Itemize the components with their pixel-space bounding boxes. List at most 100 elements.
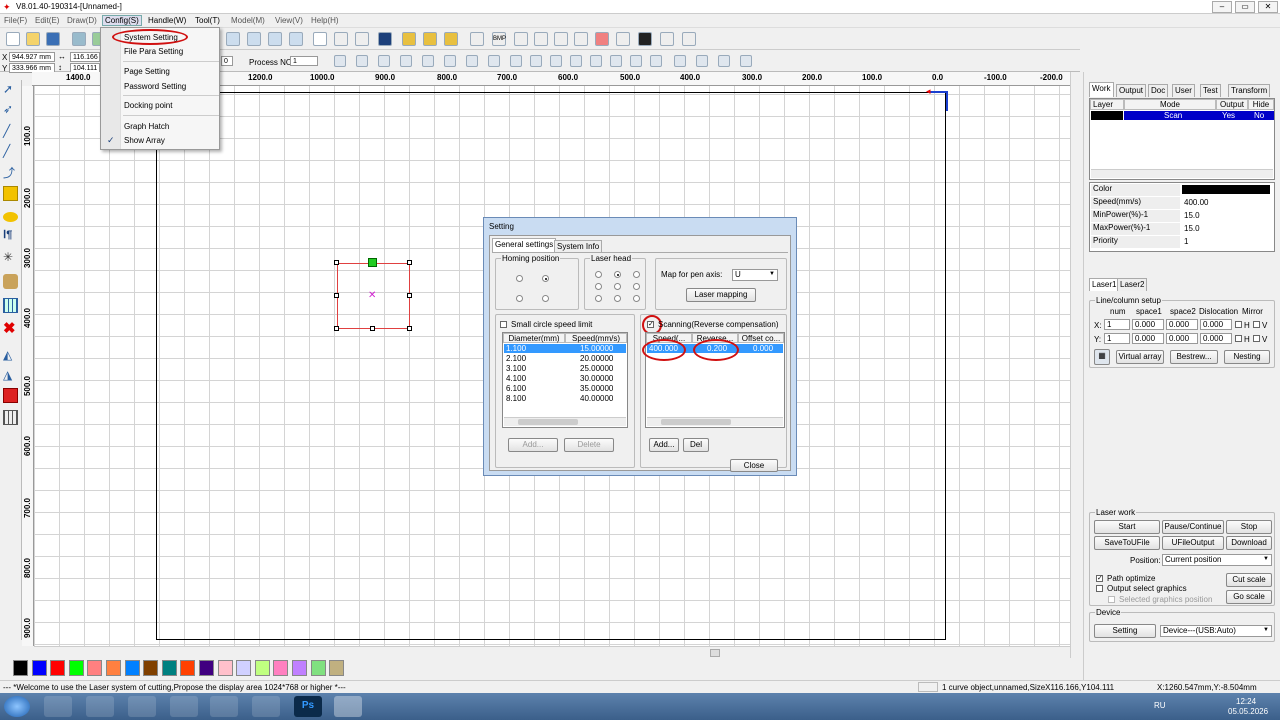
zoom-fit-icon[interactable] [289,32,303,46]
zoom-icon[interactable] [226,32,240,46]
center-icon[interactable] [650,55,662,67]
laser-head-radio[interactable] [614,283,621,290]
open-folder-icon[interactable] [26,32,40,46]
minimize-button[interactable]: – [1212,1,1232,13]
col-mode[interactable]: Mode [1124,99,1216,110]
homing-radio-bl[interactable] [542,295,549,302]
array-y-space2[interactable]: 0.000 [1166,333,1198,344]
prop-color-swatch[interactable] [1182,185,1270,194]
start-button[interactable]: Start [1094,520,1160,534]
polyline-icon[interactable]: ╱ [3,144,18,159]
align-bottom-icon[interactable] [400,55,412,67]
selection-handle[interactable] [334,260,339,265]
group-icon[interactable] [534,32,548,46]
save-icon[interactable] [46,32,60,46]
homing-radio-br[interactable] [516,295,523,302]
array-y-dislocation[interactable]: 0.000 [1200,333,1232,344]
tab-work[interactable]: Work [1089,82,1114,97]
color-swatch[interactable] [68,660,84,676]
table-row[interactable]: 1.100 15.00000 [504,344,626,353]
horizontal-scrollbar[interactable] [34,646,1070,658]
close-window-button[interactable]: ✕ [1258,1,1278,13]
maximize-button[interactable]: ▭ [1235,1,1255,13]
array-dots3-icon[interactable] [444,32,458,46]
width-field[interactable]: 116.166 [70,52,100,62]
array-x-mirror-h[interactable] [1235,321,1242,328]
menu-edit[interactable]: Edit(E) [35,16,59,25]
layer-hscrollbar[interactable] [1091,169,1273,178]
array-y-mirror-h[interactable] [1235,335,1242,342]
bottom-edge-icon[interactable] [740,55,752,67]
process-no-field[interactable]: 1 [290,56,318,66]
virtual-array-button[interactable]: Virtual array [1116,350,1164,364]
array-grid-icon[interactable]: ▦ [1094,349,1110,365]
tab-laser1[interactable]: Laser1 [1089,278,1120,291]
col-layer[interactable]: Layer [1090,99,1124,110]
laser-head-radio[interactable] [614,295,621,302]
mirror-v-icon[interactable]: ◮ [3,368,18,383]
photoshop-icon[interactable]: Ps [294,696,322,717]
line-icon[interactable]: ╱ [3,124,18,139]
path-icon[interactable] [355,32,369,46]
left-edge-icon[interactable] [674,55,686,67]
laser-head-radio[interactable] [633,295,640,302]
color-swatch[interactable] [199,660,214,676]
color-swatch[interactable] [124,660,140,676]
selection-handle[interactable] [407,293,412,298]
ie-icon[interactable] [86,696,114,717]
selection-handle[interactable] [370,326,375,331]
array-x-space1[interactable]: 0.000 [1132,319,1164,330]
color-swatch[interactable] [161,660,177,676]
vertical-scrollbar[interactable] [1070,72,1080,658]
start-orb-icon[interactable] [4,696,30,717]
corner-br-icon[interactable] [630,55,642,67]
cut-scale-button[interactable]: Cut scale [1226,573,1272,587]
bmp-icon[interactable]: BMP [492,32,506,46]
curve-tool-icon[interactable]: ⤴ [3,164,18,180]
menu-item-graph-hatch[interactable]: Graph Hatch [124,122,169,131]
rectangle-icon[interactable] [3,186,18,201]
nesting-button[interactable]: Nesting [1224,350,1270,364]
bestrew-button[interactable]: Bestrew... [1170,350,1218,364]
device-setting-button[interactable]: Setting [1094,624,1156,638]
menu-draw[interactable]: Draw(D) [67,16,97,25]
array-x-num[interactable]: 1 [1104,319,1130,330]
table-hscrollbar[interactable] [647,417,783,426]
point-icon[interactable]: ✳ [3,250,18,265]
curve-icon[interactable] [470,32,484,46]
laser-head-radio[interactable] [595,295,602,302]
monitor-icon[interactable] [378,32,392,46]
app-icon[interactable] [252,696,280,717]
small-delete-button[interactable]: Delete [564,438,614,452]
menu-model[interactable]: Model(M) [231,16,265,25]
homing-radio-tr[interactable] [516,275,523,282]
distribute-v-icon[interactable] [488,55,500,67]
selection-handle[interactable] [334,293,339,298]
save-to-ufile-button[interactable]: SaveToUFile [1094,536,1160,550]
color-swatch[interactable] [87,660,103,676]
table-row[interactable]: 8.100 40.00000 [504,394,626,403]
table-row[interactable]: 4.100 30.00000 [504,374,626,383]
tab-system-info[interactable]: System Info [554,240,603,252]
tab-transform[interactable]: Transform [1228,84,1271,97]
table-hscrollbar[interactable] [504,417,626,426]
menu-handle[interactable]: Handle(W) [148,16,186,25]
language-indicator[interactable]: RU [1154,701,1166,710]
laser-head-radio[interactable] [614,271,621,278]
menu-item-password-setting[interactable]: Password Setting [124,82,186,91]
distribute-h-icon[interactable] [466,55,478,67]
color-swatch[interactable] [310,660,326,676]
top-edge-icon[interactable] [718,55,730,67]
laser-head-radio[interactable] [595,271,602,278]
menu-item-file-para-setting[interactable]: File Para Setting [124,47,183,56]
ungroup-icon[interactable] [554,32,568,46]
right-edge-icon[interactable] [696,55,708,67]
tab-test[interactable]: Test [1200,84,1221,97]
align-hcenter-icon[interactable] [422,55,434,67]
array-dots2-icon[interactable] [423,32,437,46]
new-file-icon[interactable] [6,32,20,46]
camera-icon[interactable] [638,32,652,46]
same-size-icon[interactable] [550,55,562,67]
small-add-button[interactable]: Add... [508,438,558,452]
array-y-num[interactable]: 1 [1104,333,1130,344]
